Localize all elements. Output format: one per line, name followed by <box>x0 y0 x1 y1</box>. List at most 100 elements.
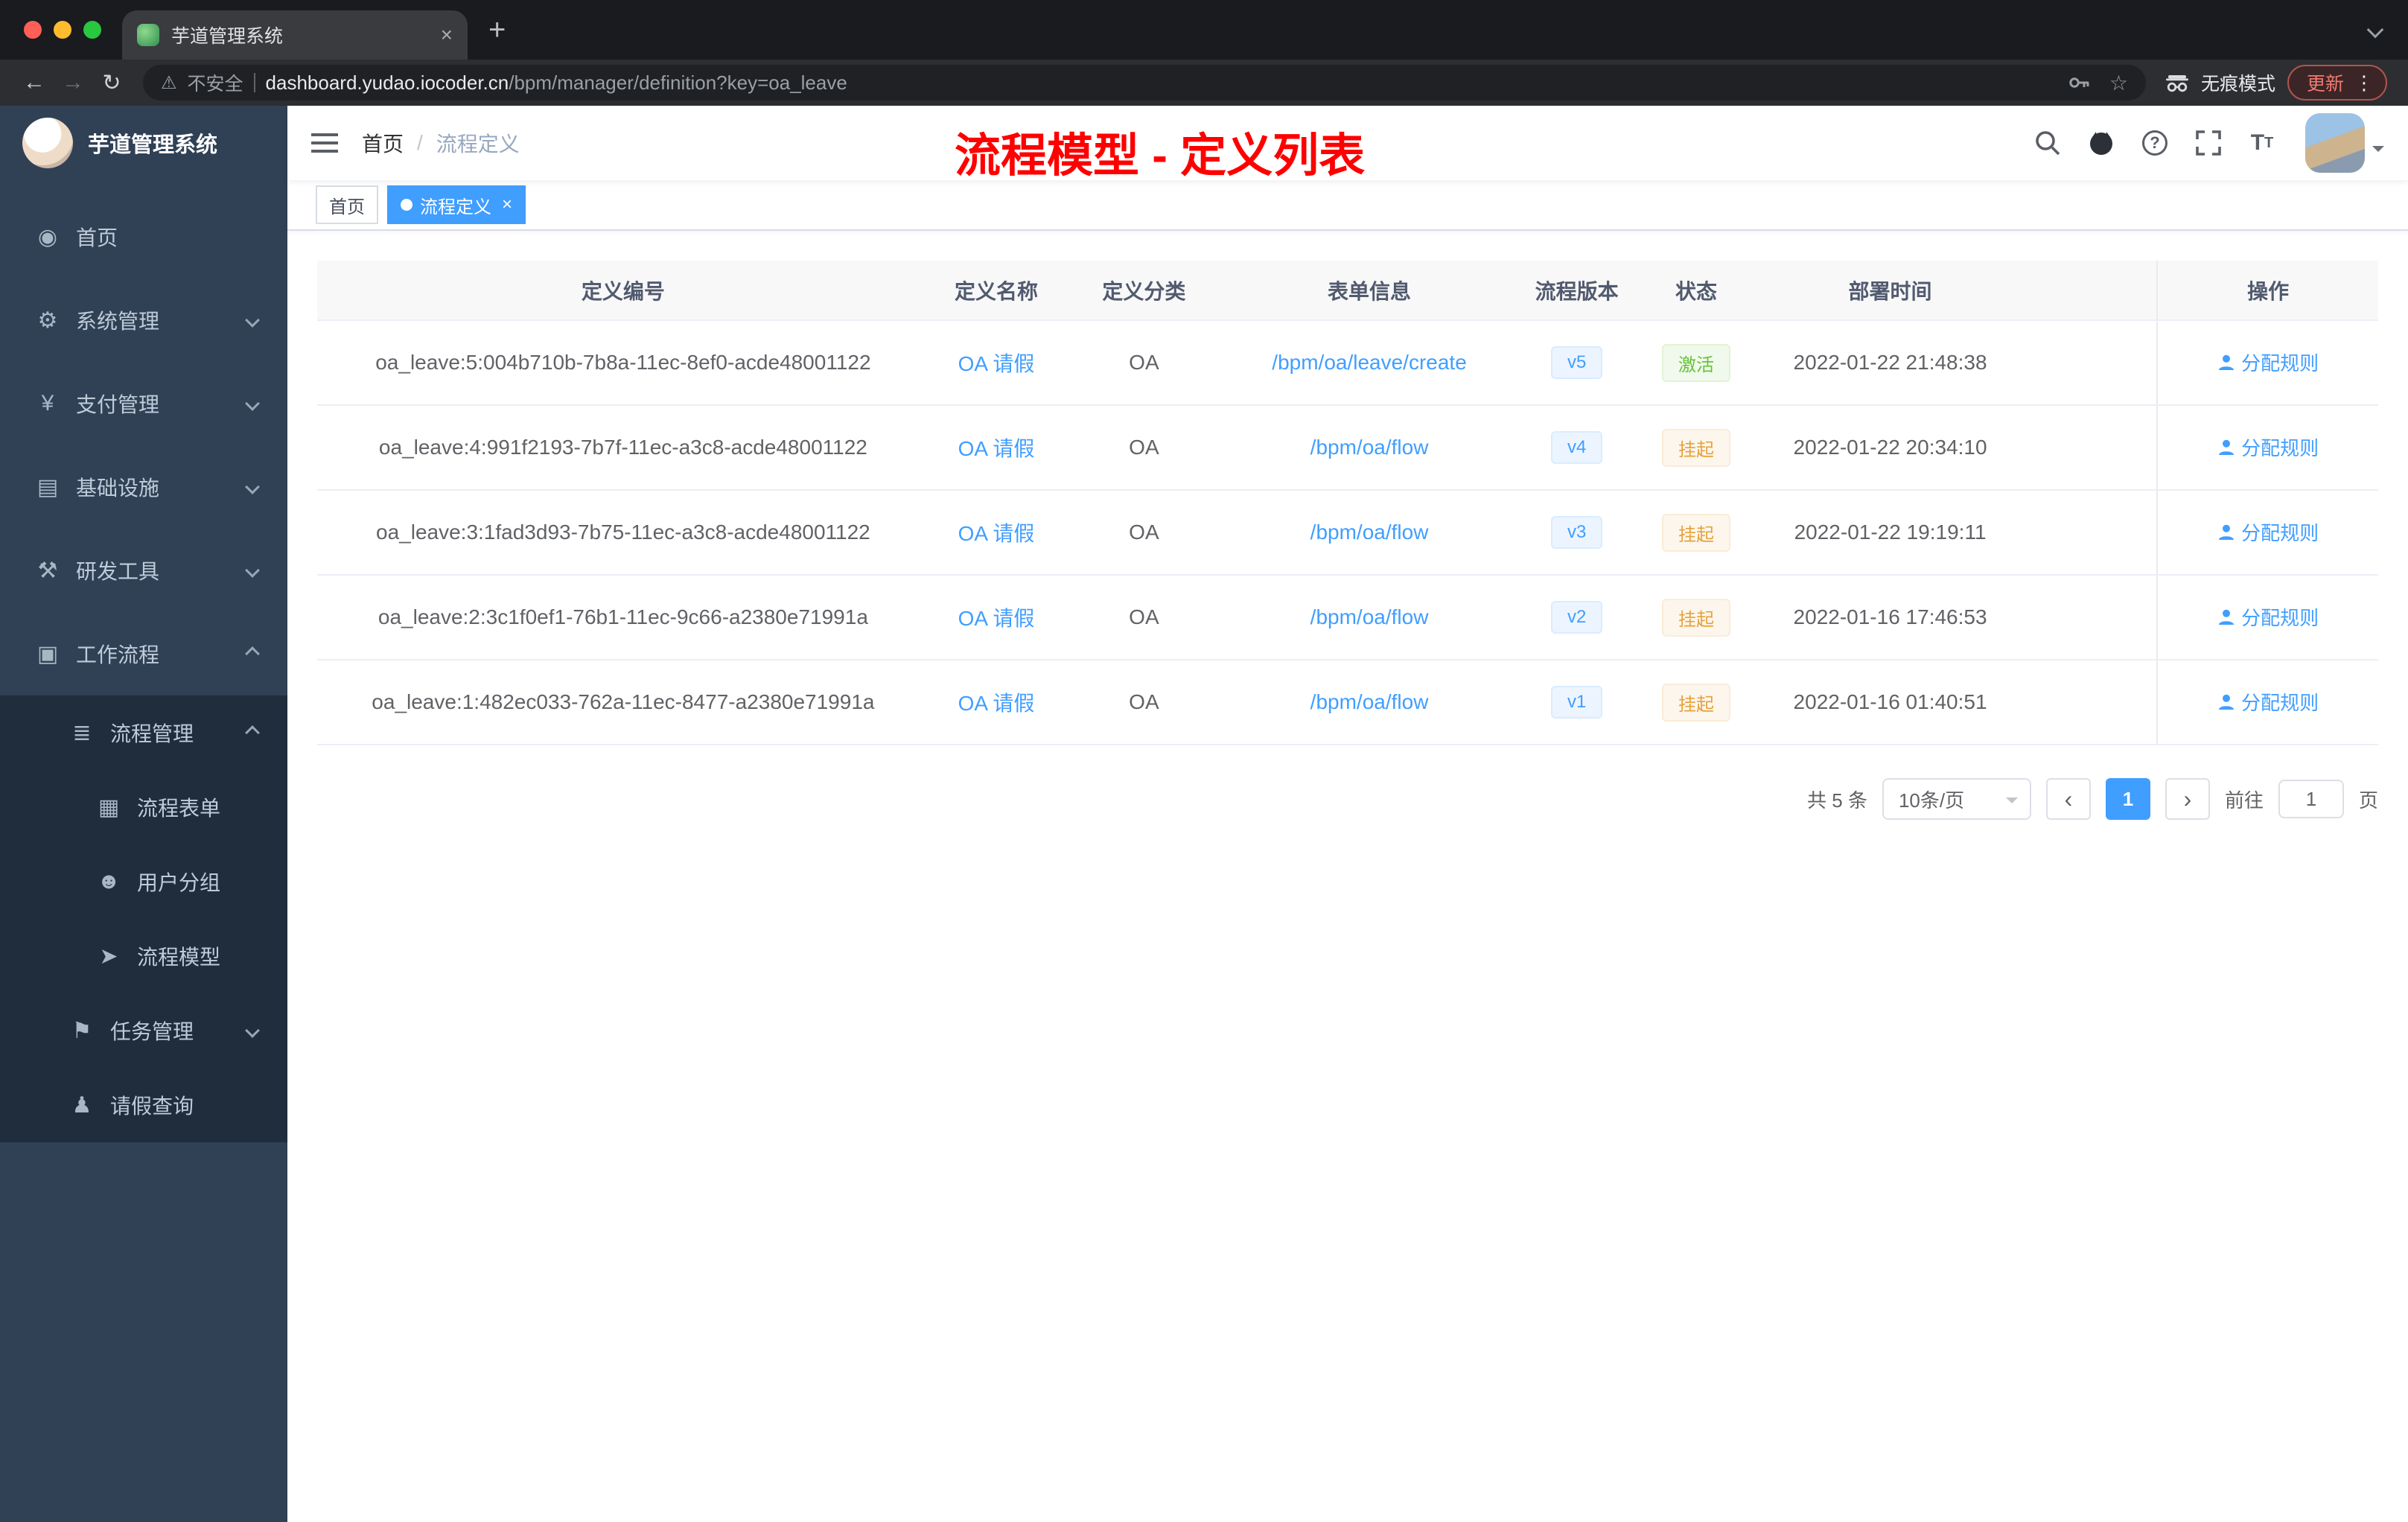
page-unit-label: 页 <box>2358 789 2378 812</box>
page-size-value: 10条/页 <box>1898 789 1965 812</box>
definition-name-link[interactable]: OA 请假 <box>958 352 1035 375</box>
breadcrumb: 首页 / 流程定义 <box>362 128 520 158</box>
form-icon: ▦ <box>98 795 120 820</box>
reload-button[interactable]: ↻ <box>92 70 131 96</box>
person-icon <box>2219 609 2235 625</box>
cell-deploy-time: 2022-01-16 01:40:51 <box>1753 660 2028 745</box>
form-info-link[interactable]: /bpm/oa/flow <box>1310 605 1429 628</box>
forward-button[interactable]: → <box>54 70 92 95</box>
assign-rule-button[interactable]: 分配规则 <box>2217 348 2319 376</box>
pagination: 共 5 条 10条/页 ‹ 1 › 前往 页 <box>317 778 2378 820</box>
sidebar-logo[interactable]: 芋道管理系统 <box>0 106 287 180</box>
tab-search-chevron-icon[interactable] <box>2366 21 2384 39</box>
cell-definition-id: oa_leave:2:3c1f0ef1-76b1-11ec-9c66-a2380… <box>317 575 929 660</box>
window-zoom-button[interactable] <box>83 21 101 39</box>
bookmark-star-icon[interactable]: ☆ <box>2109 71 2128 95</box>
cell-category: OA <box>1063 575 1225 660</box>
task-icon: ⚑ <box>71 1018 92 1043</box>
definition-name-link[interactable]: OA 请假 <box>958 437 1035 460</box>
font-size-button[interactable]: TT <box>2237 106 2287 180</box>
table-row: oa_leave:5:004b710b-7b8a-11ec-8ef0-acde4… <box>317 320 2378 406</box>
status-badge: 挂起 <box>1661 683 1730 722</box>
back-button[interactable]: ← <box>15 70 54 95</box>
sidebar-toggle-button[interactable] <box>287 132 362 154</box>
sidebar-item-system[interactable]: ⚙ 系统管理 <box>0 278 287 362</box>
browser-update-button[interactable]: 更新 ⋮ <box>2287 65 2387 101</box>
search-button[interactable] <box>2022 106 2073 180</box>
assign-rule-button[interactable]: 分配规则 <box>2217 688 2319 716</box>
caret-down-icon <box>2372 146 2384 158</box>
app-frame: 芋道管理系统 ◉ 首页 ⚙ 系统管理 ¥ 支付管理 ▤ 基础设施 ⚒ 研发工具 … <box>0 106 2408 1522</box>
tag-process-definition[interactable]: 流程定义 × <box>387 185 526 224</box>
sidebar-item-leave-query[interactable]: ♟ 请假查询 <box>0 1068 287 1142</box>
browser-menu-icon[interactable]: ⋮ <box>2354 71 2374 95</box>
version-badge: v5 <box>1550 346 1603 379</box>
chevron-down-icon <box>245 480 260 494</box>
tag-home[interactable]: 首页 <box>316 185 378 224</box>
form-info-link[interactable]: /bpm/oa/leave/create <box>1272 351 1467 374</box>
col-definition-name: 定义名称 <box>929 261 1064 321</box>
assign-rule-button[interactable]: 分配规则 <box>2217 603 2319 631</box>
github-icon <box>2090 132 2112 155</box>
sidebar-item-infrastructure[interactable]: ▤ 基础设施 <box>0 445 287 529</box>
incognito-icon <box>2165 75 2188 92</box>
assign-rule-button[interactable]: 分配规则 <box>2217 518 2319 546</box>
breadcrumb-home[interactable]: 首页 <box>362 128 404 158</box>
browser-tab[interactable]: 芋道管理系统 × <box>122 10 468 60</box>
definition-name-link[interactable]: OA 请假 <box>958 607 1035 630</box>
user-icon: ♟ <box>71 1092 92 1118</box>
help-button[interactable]: ? <box>2130 106 2180 180</box>
sidebar-item-process-management[interactable]: ≣ 流程管理 <box>0 695 287 770</box>
sidebar-item-process-model[interactable]: ➤ 流程模型 <box>0 919 287 993</box>
window-minimize-button[interactable] <box>54 21 71 39</box>
definition-name-link[interactable]: OA 请假 <box>958 522 1035 545</box>
question-icon: ? <box>2142 130 2167 156</box>
breadcrumb-current: 流程定义 <box>436 133 520 156</box>
logo-avatar <box>22 118 73 168</box>
yen-icon: ¥ <box>41 391 54 415</box>
new-tab-button[interactable]: + <box>488 15 506 45</box>
col-status: 状态 <box>1639 261 1754 321</box>
table-row: oa_leave:4:991f2193-7b7f-11ec-a3c8-acde4… <box>317 405 2378 491</box>
definition-table: 定义编号 定义名称 定义分类 表单信息 流程版本 状态 部署时间 操作 oa_l… <box>317 261 2378 745</box>
definition-name-link[interactable]: OA 请假 <box>958 692 1035 715</box>
sidebar-item-process-form[interactable]: ▦ 流程表单 <box>0 770 287 844</box>
chevron-down-icon <box>245 563 260 578</box>
key-icon[interactable] <box>2068 71 2092 95</box>
sidebar-item-workflow[interactable]: ▣ 工作流程 <box>0 612 287 695</box>
current-page-button[interactable]: 1 <box>2105 778 2150 820</box>
form-info-link[interactable]: /bpm/oa/flow <box>1310 436 1429 459</box>
form-info-link[interactable]: /bpm/oa/flow <box>1310 520 1429 544</box>
incognito-label: 无痕模式 <box>2200 74 2275 95</box>
window-close-button[interactable] <box>24 21 42 39</box>
tab-close-icon[interactable]: × <box>441 23 453 47</box>
prev-page-button[interactable]: ‹ <box>2045 778 2091 820</box>
cell-spacer <box>2027 405 2158 491</box>
form-info-link[interactable]: /bpm/oa/flow <box>1310 690 1429 713</box>
address-bar[interactable]: ⚠ 不安全 dashboard.yudao.iocoder.cn/bpm/man… <box>143 65 2146 101</box>
fullscreen-button[interactable] <box>2183 106 2234 180</box>
version-badge: v1 <box>1550 686 1603 719</box>
tools-icon: ⚒ <box>37 558 58 583</box>
person-icon <box>2219 524 2235 540</box>
process-list-icon: ≣ <box>72 720 92 745</box>
next-page-button[interactable]: › <box>2165 778 2210 820</box>
github-button[interactable] <box>2076 106 2127 180</box>
sidebar-item-label: 流程表单 <box>137 797 221 820</box>
sidebar-item-user-group[interactable]: ☻ 用户分组 <box>0 844 287 919</box>
page-size-select[interactable]: 10条/页 <box>1882 778 2031 820</box>
sidebar-item-devtools[interactable]: ⚒ 研发工具 <box>0 529 287 612</box>
workflow-icon: ▣ <box>36 641 59 666</box>
goto-page-input[interactable] <box>2278 780 2344 818</box>
cell-definition-id: oa_leave:5:004b710b-7b8a-11ec-8ef0-acde4… <box>317 320 929 406</box>
assign-rule-button[interactable]: 分配规则 <box>2217 433 2319 461</box>
sidebar-item-task-management[interactable]: ⚑ 任务管理 <box>0 993 287 1068</box>
sidebar-item-home[interactable]: ◉ 首页 <box>0 195 287 278</box>
sidebar-item-payment[interactable]: ¥ 支付管理 <box>0 362 287 445</box>
sidebar: 芋道管理系统 ◉ 首页 ⚙ 系统管理 ¥ 支付管理 ▤ 基础设施 ⚒ 研发工具 … <box>0 106 287 1522</box>
user-avatar-dropdown[interactable] <box>2305 113 2384 173</box>
tab-favicon-icon <box>137 24 159 46</box>
incognito-indicator: 无痕模式 <box>2164 69 2275 96</box>
tags-view: 首页 流程定义 × <box>287 180 2408 231</box>
tag-close-icon[interactable]: × <box>502 194 512 215</box>
